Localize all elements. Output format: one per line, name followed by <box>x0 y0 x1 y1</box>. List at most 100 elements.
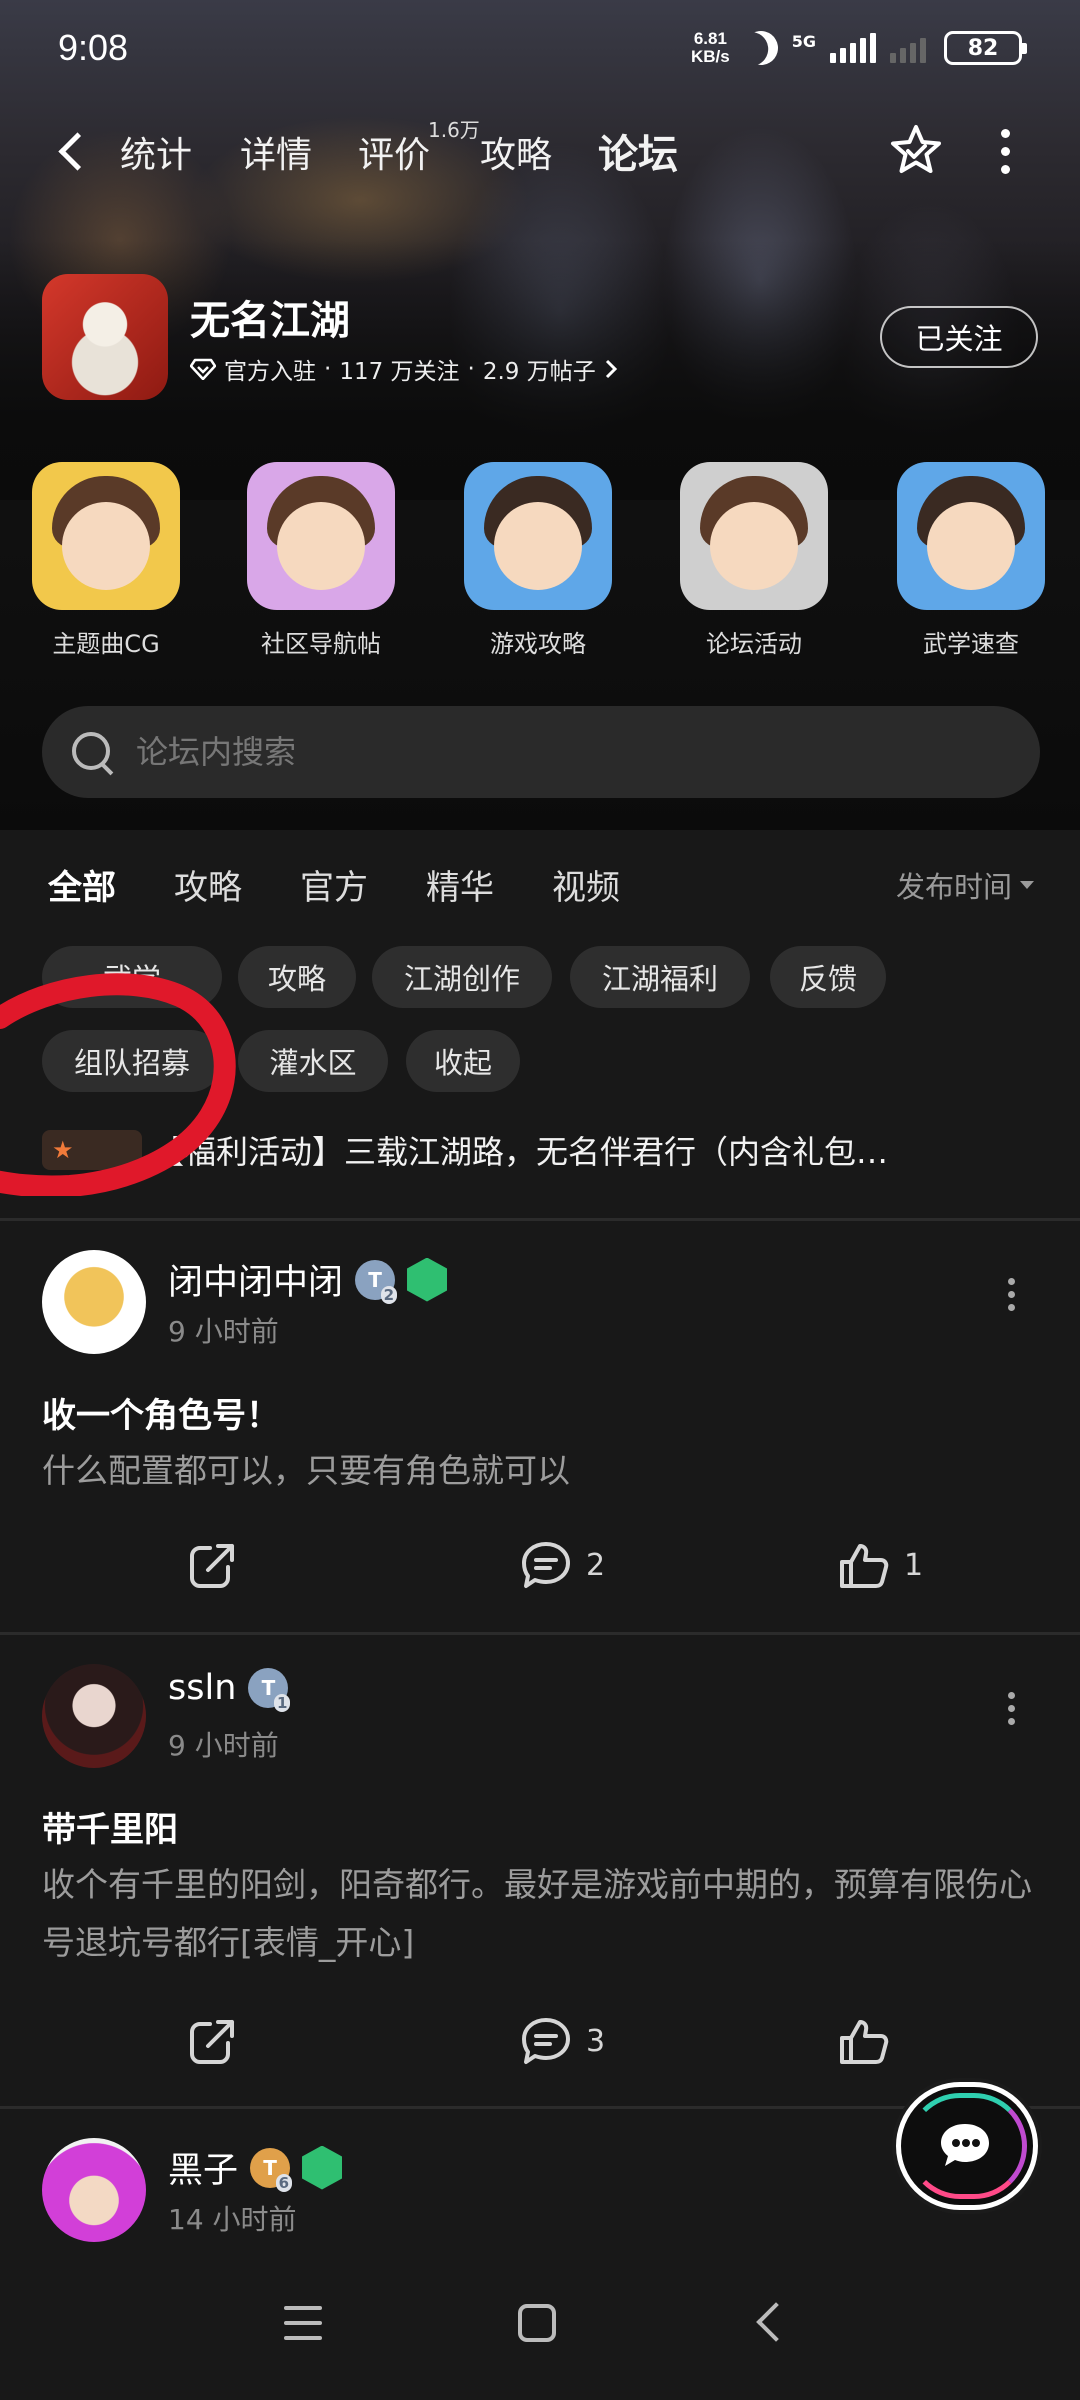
follow-button[interactable]: 已关注 <box>880 306 1038 368</box>
back-nav-icon[interactable] <box>756 2302 796 2342</box>
battery-icon: 82 <box>944 31 1027 65</box>
post-title: 带千里阳 <box>42 1810 178 1850</box>
user-plus-badge-icon <box>302 2145 343 2190</box>
top-nav: 统计 详情 评价 1.6万 攻略 论坛 <box>0 112 1080 192</box>
chip-collapse[interactable]: 收起 <box>406 1030 520 1092</box>
forum-tab-video[interactable]: 视频 <box>552 860 620 909</box>
recent-apps-icon[interactable] <box>284 2306 322 2340</box>
posts-count: 2.9 万帖子 <box>482 359 596 385</box>
shortcut-community-nav[interactable]: 社区导航帖 <box>241 462 401 659</box>
post-more-icon[interactable] <box>1006 1278 1016 1318</box>
post-author[interactable]: ssln <box>168 1668 236 1708</box>
avatar[interactable] <box>42 1664 146 1768</box>
post-time: 9 小时前 <box>168 1315 279 1348</box>
level-badge-icon: T1 <box>248 1668 291 1712</box>
like-button[interactable]: 1 <box>838 1540 923 1590</box>
forum-tab-official[interactable]: 官方 <box>300 860 368 909</box>
game-icon <box>42 274 168 400</box>
forum-search-bar[interactable] <box>42 706 1040 798</box>
shortcut-image <box>32 462 180 610</box>
verified-diamond-icon <box>190 358 216 380</box>
game-player-badge-icon <box>407 1257 448 1302</box>
shortcut-image <box>680 462 828 610</box>
shortcut-image <box>464 462 612 610</box>
home-icon[interactable] <box>518 2304 556 2342</box>
tab-stats[interactable]: 统计 <box>120 126 192 178</box>
chip-martial[interactable]: 武学 <box>42 946 222 1008</box>
forum-shortcuts: 主题曲CG 社区导航帖 游戏攻略 论坛活动 武学速查 <box>0 462 1080 662</box>
more-menu-icon[interactable] <box>990 126 1020 176</box>
comment-count: 2 <box>586 1547 606 1583</box>
search-input[interactable] <box>136 733 936 771</box>
forum-tab-featured[interactable]: 精华 <box>426 860 494 909</box>
level-badge-icon: T6 <box>250 2147 293 2192</box>
comment-icon <box>522 2018 570 2064</box>
comment-button[interactable]: 2 <box>520 1540 605 1590</box>
shortcut-game-guides[interactable]: 游戏攻略 <box>458 462 618 659</box>
shortcut-forum-events[interactable]: 论坛活动 <box>674 462 834 659</box>
post-title: 收一个角色号！ <box>42 1396 280 1436</box>
shortcut-martial-lookup[interactable]: 武学速查 <box>891 462 1051 659</box>
pinned-star-icon: ★ <box>42 1130 142 1170</box>
post-body: 什么配置都可以，只要有角色就可以 <box>42 1451 570 1490</box>
game-meta[interactable]: 官方入驻 · 117 万关注 · 2.9 万帖子 <box>190 352 618 386</box>
share-button[interactable] <box>188 2016 240 2066</box>
level-badge-icon: T2 <box>355 1259 398 1304</box>
like-count: 1 <box>904 1547 924 1583</box>
tab-reviews[interactable]: 评价 <box>358 126 430 178</box>
post-body: 收个有千里的阳剑，阳奇都行。最好是游戏前中期的，预算有限伤心号退坑号都行[表情_… <box>42 1865 1032 1962</box>
status-time: 9:08 <box>58 27 129 68</box>
avatar[interactable] <box>42 2138 146 2242</box>
post-time: 14 小时前 <box>168 2203 297 2236</box>
post-more-icon[interactable] <box>1006 1692 1016 1732</box>
post-author[interactable]: 闭中闭中闭 <box>168 1254 343 1305</box>
comment-count: 3 <box>586 2023 606 2059</box>
chevron-right-icon <box>605 359 617 379</box>
post-card[interactable]: ssln T1 9 小时前 带千里阳 收个有千里的阳剑，阳奇都行。最好是游戏前中… <box>0 1634 1080 1962</box>
caret-down-icon <box>1020 881 1035 889</box>
sort-dropdown[interactable]: 发布时间 <box>896 864 1035 906</box>
chip-guides[interactable]: 攻略 <box>238 946 356 1008</box>
chat-fab[interactable] <box>896 2082 1038 2210</box>
status-bar: 9:08 6.81 KB/s 5G 82 <box>0 0 1080 96</box>
game-title: 无名江湖 <box>190 298 350 344</box>
chip-welfare[interactable]: 江湖福利 <box>570 946 750 1008</box>
shortcut-image <box>247 462 395 610</box>
review-count-badge: 1.6万 <box>428 118 480 142</box>
signal-secondary-icon <box>890 33 926 63</box>
thumbs-up-icon <box>840 1544 889 1588</box>
share-icon <box>190 2020 234 2064</box>
post-time: 9 小时前 <box>168 1729 279 1762</box>
chip-creations[interactable]: 江湖创作 <box>372 946 552 1008</box>
network-type: 5G <box>791 32 816 51</box>
post-card[interactable]: 闭中闭中闭 T2 9 小时前 收一个角色号！ 什么配置都可以，只要有角色就可以 <box>0 1220 1080 1490</box>
network-speed: 6.81 KB/s <box>691 29 730 66</box>
forum-content: 全部 攻略 官方 精华 视频 发布时间 武学 攻略 江湖创作 江湖福利 反馈 组… <box>0 830 1080 2260</box>
shortcut-image <box>897 462 1045 610</box>
forum-tab-all[interactable]: 全部 <box>48 860 116 913</box>
favorite-star-icon[interactable] <box>888 122 944 178</box>
do-not-disturb-icon <box>738 25 784 71</box>
comment-button[interactable]: 3 <box>520 2016 605 2066</box>
post-author[interactable]: 黑子 <box>168 2142 238 2193</box>
chip-chat-area[interactable]: 灌水区 <box>238 1030 388 1092</box>
comment-icon <box>522 1542 570 1588</box>
pinned-title: 【福利活动】三载江湖路，无名伴君行（内含礼包… <box>152 1133 889 1171</box>
signal-icon <box>830 33 876 63</box>
chip-feedback[interactable]: 反馈 <box>770 946 886 1008</box>
pinned-post[interactable]: ★ 【福利活动】三载江湖路，无名伴君行（内含礼包… <box>42 1120 1042 1180</box>
share-button[interactable] <box>188 1540 240 1590</box>
shortcut-theme-cg[interactable]: 主题曲CG <box>26 462 186 659</box>
system-nav-bar <box>0 2260 1080 2400</box>
chip-team-recruit[interactable]: 组队招募 <box>42 1030 222 1092</box>
tab-details[interactable]: 详情 <box>240 126 312 178</box>
back-button[interactable] <box>50 130 94 174</box>
like-button[interactable] <box>838 2016 890 2066</box>
tab-guides[interactable]: 攻略 <box>480 126 552 178</box>
avatar[interactable] <box>42 1250 146 1354</box>
forum-tab-guides[interactable]: 攻略 <box>174 860 242 909</box>
search-icon <box>70 730 114 774</box>
share-icon <box>190 1544 234 1588</box>
tab-forum[interactable]: 论坛 <box>596 122 680 182</box>
thumbs-up-icon <box>840 2020 889 2064</box>
